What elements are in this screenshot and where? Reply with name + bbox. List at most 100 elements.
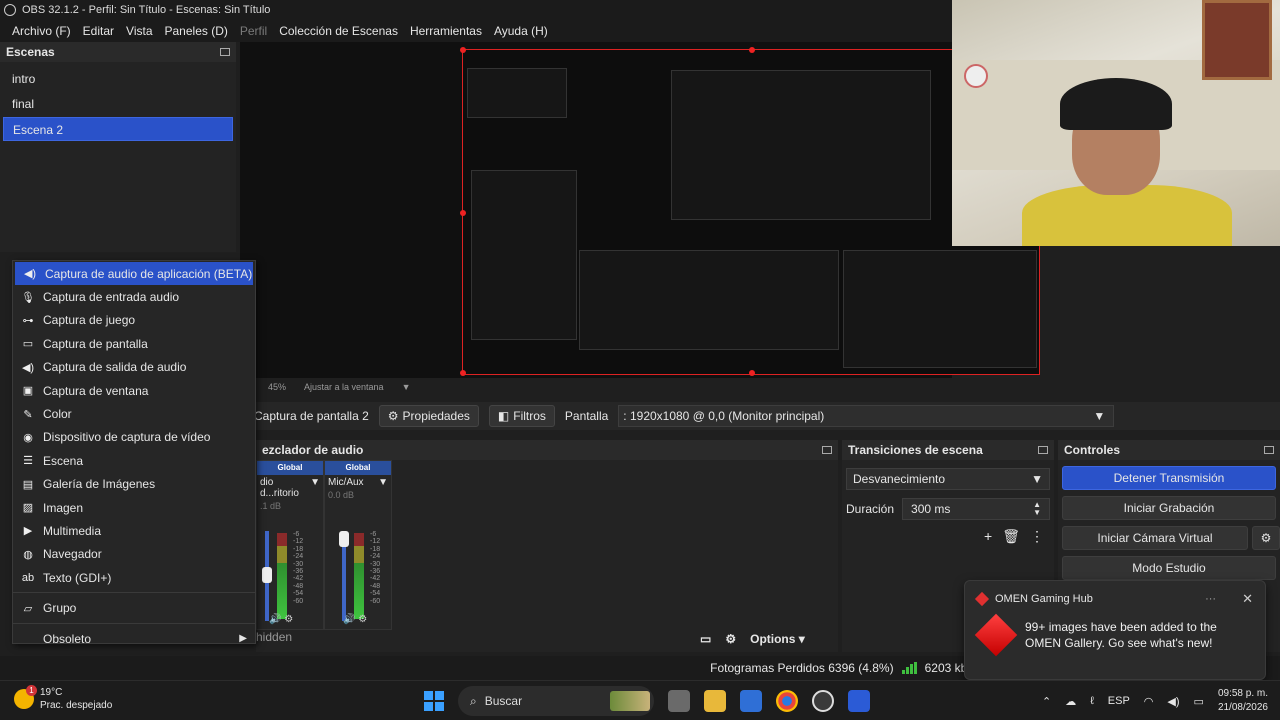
menu-item-media[interactable]: ▶ Multimedia xyxy=(13,519,255,542)
cloud-icon[interactable]: ☁ xyxy=(1065,695,1076,708)
fader-knob[interactable] xyxy=(262,567,272,583)
menu-vista[interactable]: Vista xyxy=(120,24,158,38)
fit-to-window[interactable]: Ajustar a la ventana xyxy=(304,382,384,392)
menu-archivo[interactable]: Archivo (F) xyxy=(6,24,77,38)
menu-item-label: Texto (GDI+) xyxy=(43,570,112,585)
network-pen-icon[interactable]: ℓ xyxy=(1090,695,1094,707)
virtual-cam-settings-button[interactable]: ⚙ xyxy=(1252,526,1280,550)
scale-tick: -24 xyxy=(293,553,304,561)
menu-item-image[interactable]: ▨ Imagen xyxy=(13,496,255,519)
more-icon[interactable]: ⋮ xyxy=(1030,528,1044,545)
start-button[interactable] xyxy=(424,691,444,711)
level-meter xyxy=(354,533,364,619)
undock-icon[interactable] xyxy=(220,48,230,56)
virtual-cam-row: Iniciar Cámara Virtual ⚙ xyxy=(1058,520,1280,550)
menu-item-color[interactable]: ✎ Color xyxy=(13,402,255,425)
scene-item-escena-2[interactable]: Escena 2 xyxy=(3,117,233,141)
menu-item-video-capture-device[interactable]: ◉ Dispositivo de captura de vídeo xyxy=(13,426,255,449)
chevron-down-icon[interactable]: ▼ xyxy=(310,477,320,499)
volume-icon[interactable]: ◀) xyxy=(1167,695,1179,708)
menu-item-display-capture[interactable]: ▭ Captura de pantalla xyxy=(13,332,255,355)
menu-item-browser[interactable]: ◍ Navegador xyxy=(13,543,255,566)
start-virtual-cam-button[interactable]: Iniciar Cámara Virtual xyxy=(1062,526,1248,550)
chevron-down-icon[interactable]: ▼ xyxy=(402,382,411,392)
options-button[interactable]: Options ▾ xyxy=(750,632,805,646)
more-options-icon[interactable]: ··· xyxy=(1205,593,1216,605)
stop-stream-button[interactable]: Detener Transmisión xyxy=(1062,466,1276,490)
resize-handle[interactable] xyxy=(749,370,755,376)
zoom-level[interactable]: 45% xyxy=(268,382,286,392)
speaker-icon[interactable]: 🔊 xyxy=(269,614,281,625)
stepper-icon[interactable]: ▲ ▼ xyxy=(1033,501,1041,517)
notification-toast[interactable]: OMEN Gaming Hub ··· ✕ 99+ images have be… xyxy=(964,580,1266,680)
start-recording-button[interactable]: Iniciar Grabación xyxy=(1062,496,1276,520)
properties-label: Propiedades xyxy=(402,409,470,423)
undock-icon[interactable] xyxy=(822,446,832,454)
menu-ayuda[interactable]: Ayuda (H) xyxy=(488,24,554,38)
add-source-context-menu: ◀) Captura de audio de aplicación (BETA) … xyxy=(12,260,256,646)
duration-input[interactable]: 300 ms ▲ ▼ xyxy=(902,498,1050,520)
weather-widget[interactable]: 1 19°C Prac. despejado xyxy=(14,685,112,712)
battery-icon[interactable]: ▭ xyxy=(1194,695,1204,708)
scene-item-intro[interactable]: intro xyxy=(3,67,233,91)
gear-icon[interactable]: ⚙ xyxy=(725,632,736,646)
menu-item-obsolete[interactable]: Obsoleto ▶ xyxy=(13,627,255,650)
filters-button[interactable]: ◧ Filtros xyxy=(488,405,555,427)
resize-handle[interactable] xyxy=(749,47,755,53)
menu-item-group[interactable]: ▱ Grupo xyxy=(13,596,255,619)
task-view-icon[interactable] xyxy=(668,690,690,712)
language-indicator[interactable]: ESP xyxy=(1108,695,1130,707)
taskbar-apps: ⌕ Buscar xyxy=(424,686,870,716)
menu-coleccion-escenas[interactable]: Colección de Escenas xyxy=(273,24,404,38)
menu-item-audio-output-capture[interactable]: ◀) Captura de salida de audio xyxy=(13,356,255,379)
properties-button[interactable]: ⚙ Propiedades xyxy=(378,405,479,427)
layout-icon[interactable]: ▭ xyxy=(700,632,711,646)
menu-herramientas[interactable]: Herramientas xyxy=(404,24,488,38)
wifi-icon[interactable]: ◠ xyxy=(1144,695,1154,708)
chevron-down-icon[interactable]: ▼ xyxy=(378,477,388,488)
menu-item-text-gdi[interactable]: ab Texto (GDI+) xyxy=(13,566,255,589)
transition-select[interactable]: Desvanecimiento ▼ xyxy=(846,468,1050,490)
omen-logo-icon xyxy=(974,613,1018,657)
scene-item-final[interactable]: final xyxy=(3,92,233,116)
close-icon[interactable]: ✕ xyxy=(1242,591,1253,607)
mixer-channel-mic: Global Mic/Aux ▼ 0.0 dB -6 -12 -18 -24 -3… xyxy=(324,460,392,630)
menu-item-window-capture[interactable]: ▣ Captura de ventana xyxy=(13,379,255,402)
settings-icon[interactable]: ⚙ xyxy=(284,614,293,625)
studio-mode-button[interactable]: Modo Estudio xyxy=(1062,556,1276,580)
settings-icon[interactable]: ⚙ xyxy=(358,614,367,625)
scenes-dock: Escenas intro final Escena 2 xyxy=(0,42,236,252)
menu-item-label: Imagen xyxy=(43,500,84,515)
taskbar-search[interactable]: ⌕ Buscar xyxy=(458,686,654,716)
menu-item-game-capture[interactable]: ⊶ Captura de juego xyxy=(13,309,255,332)
chevron-up-icon[interactable]: ⌃ xyxy=(1042,695,1051,708)
file-explorer-icon[interactable] xyxy=(704,690,726,712)
chevron-right-icon: ▶ xyxy=(239,633,247,645)
preview-canvas[interactable] xyxy=(240,42,1040,378)
display-select[interactable]: : 1920x1080 @ 0,0 (Monitor principal) ▼ xyxy=(618,405,1115,427)
scenes-title: Escenas xyxy=(6,45,55,59)
app-icon[interactable] xyxy=(848,690,870,712)
undock-icon[interactable] xyxy=(1264,446,1274,454)
resize-handle[interactable] xyxy=(460,210,466,216)
resize-handle[interactable] xyxy=(460,370,466,376)
menu-item-scene[interactable]: ☰ Escena xyxy=(13,449,255,472)
fader-knob[interactable] xyxy=(339,531,349,547)
menu-item-image-slideshow[interactable]: ▤ Galería de Imágenes xyxy=(13,473,255,496)
clock[interactable]: 09:58 p. m. 21/08/2026 xyxy=(1218,687,1268,715)
menu-item-label: Captura de entrada audio xyxy=(43,290,180,305)
speaker-icon[interactable]: 🔊 xyxy=(343,614,355,625)
store-icon[interactable] xyxy=(740,690,762,712)
speaker-icon: ◀) xyxy=(23,268,37,281)
menu-item-audio-input-capture[interactable]: 🎙 Captura de entrada audio xyxy=(13,285,255,308)
add-icon[interactable]: + xyxy=(984,528,992,545)
menu-paneles[interactable]: Paneles (D) xyxy=(159,24,234,38)
undock-icon[interactable] xyxy=(1038,446,1048,454)
resize-handle[interactable] xyxy=(460,47,466,53)
trash-icon[interactable]: 🗑 xyxy=(1002,528,1020,545)
chrome-icon[interactable] xyxy=(776,690,798,712)
obs-icon[interactable] xyxy=(812,690,834,712)
menu-item-app-audio-capture[interactable]: ◀) Captura de audio de aplicación (BETA) xyxy=(15,262,253,286)
sun-icon: 1 xyxy=(14,685,37,709)
menu-editar[interactable]: Editar xyxy=(77,24,120,38)
